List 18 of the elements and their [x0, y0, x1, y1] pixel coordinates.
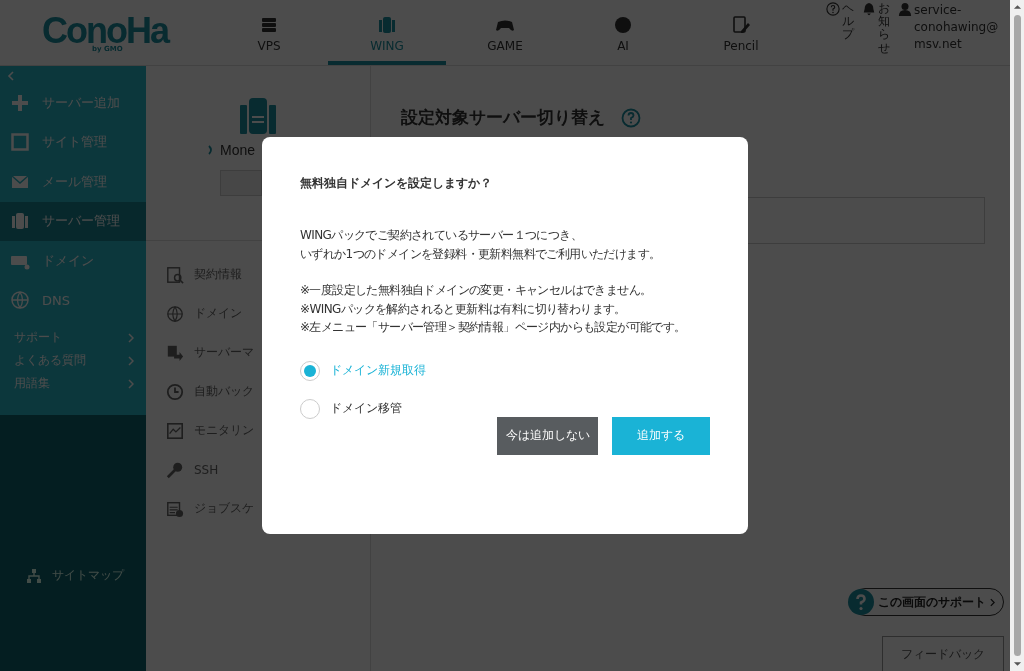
modal-text: ※一度設定した無料独自ドメインの変更・キャンセルはできません。: [300, 282, 653, 299]
radio-button[interactable]: [300, 398, 320, 419]
modal-text: いずれか1つのドメインを登録料・更新料無料でご利用いただけます。: [300, 245, 662, 263]
option-label[interactable]: ドメイン新規取得: [330, 362, 426, 379]
radio-button[interactable]: [300, 360, 320, 381]
modal-text: ※左メニュー「サーバー管理＞契約情報」ページ内からも設定が可能です。: [300, 319, 687, 336]
modal-text: WINGパックでご契約されているサーバー１つにつき、: [300, 227, 584, 244]
scroll-up-icon[interactable]: [1012, 4, 1022, 10]
option-label[interactable]: ドメイン移管: [330, 400, 402, 417]
page-heading: 設定対象サーバー切り替え: [401, 106, 605, 129]
add-button[interactable]: 追加する: [612, 416, 710, 455]
skip-button[interactable]: 今は追加しない: [497, 416, 598, 455]
scrollbar[interactable]: [1010, 0, 1024, 671]
modal-text: ※WINGパックを解約されると更新料は有料に切り替わります。: [300, 300, 627, 318]
modal-title: 無料独自ドメインを設定しますか？: [300, 175, 493, 192]
server-name: Mone: [220, 142, 256, 158]
scroll-down-icon[interactable]: [1012, 661, 1022, 667]
scroll-thumb[interactable]: [1013, 15, 1021, 656]
